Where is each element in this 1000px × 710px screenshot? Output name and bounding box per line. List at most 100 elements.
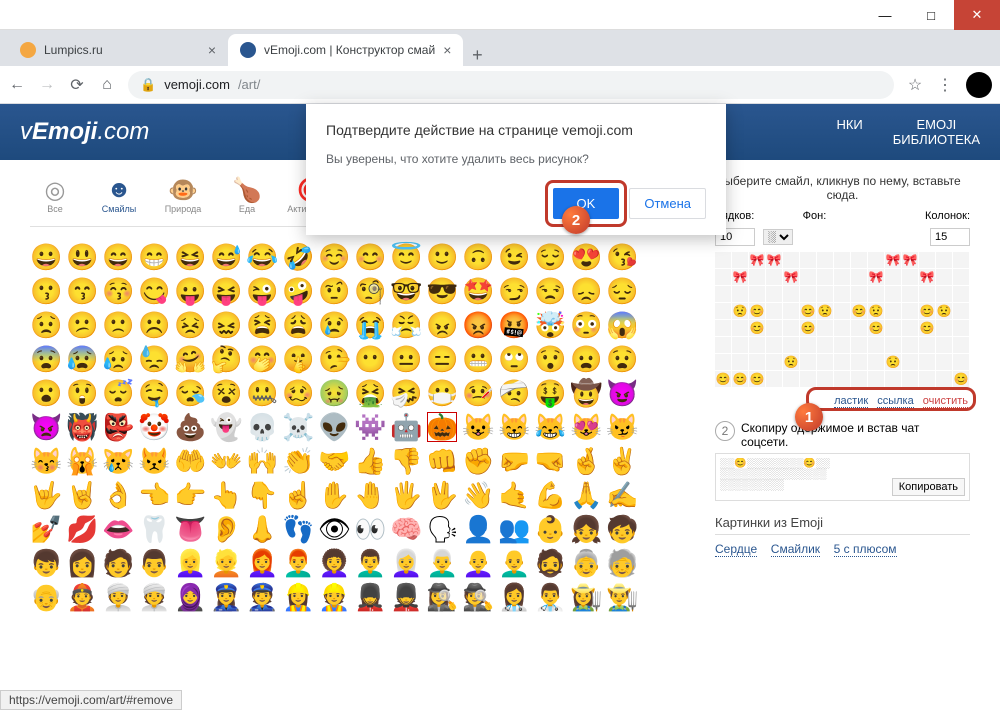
emoji-cell[interactable]: 🖐 <box>390 479 422 511</box>
emoji-cell[interactable]: 😮 <box>30 377 62 409</box>
emoji-cell[interactable]: 😵 <box>210 377 242 409</box>
canvas-cell[interactable] <box>732 337 748 353</box>
emoji-cell[interactable]: 😢 <box>318 309 350 341</box>
canvas-cell[interactable] <box>868 354 884 370</box>
emoji-cell[interactable]: 🦷 <box>138 513 170 545</box>
emoji-cell[interactable]: 😤 <box>390 309 422 341</box>
canvas-cell[interactable] <box>715 354 731 370</box>
canvas-cell[interactable] <box>953 320 969 336</box>
menu-icon[interactable]: ⋮ <box>936 75 954 95</box>
canvas-cell[interactable] <box>902 269 918 285</box>
canvas-cell[interactable] <box>851 337 867 353</box>
emoji-cell[interactable]: 👨‍🦱 <box>354 547 386 579</box>
canvas-cell[interactable]: 😊 <box>919 303 935 319</box>
emoji-cell[interactable]: 👿 <box>30 411 62 443</box>
canvas-cell[interactable] <box>851 269 867 285</box>
emoji-cell[interactable]: 👏 <box>282 445 314 477</box>
category-tab[interactable]: 🍗Еда <box>222 176 272 214</box>
emoji-cell[interactable]: 🙁 <box>102 309 134 341</box>
emoji-cell[interactable]: 🤮 <box>354 377 386 409</box>
canvas-cell[interactable] <box>817 252 833 268</box>
emoji-cell[interactable]: 😞 <box>570 275 602 307</box>
emoji-cell[interactable]: 👩‍🦰 <box>246 547 278 579</box>
new-tab-button[interactable]: + <box>463 45 491 66</box>
emoji-cell[interactable]: 😍 <box>570 241 602 273</box>
canvas-cell[interactable] <box>817 286 833 302</box>
canvas-cell[interactable] <box>834 252 850 268</box>
emoji-cell[interactable]: 🤛 <box>498 445 530 477</box>
emoji-cell[interactable]: 🧓 <box>606 547 638 579</box>
emoji-cell[interactable]: 😩 <box>282 309 314 341</box>
canvas-cell[interactable] <box>834 303 850 319</box>
emoji-cell[interactable]: 😷 <box>426 377 458 409</box>
canvas-cell[interactable] <box>868 371 884 387</box>
emoji-cell[interactable]: 👻 <box>210 411 242 443</box>
emoji-cell[interactable]: 😺 <box>462 411 494 443</box>
emoji-cell[interactable]: 🧔 <box>534 547 566 579</box>
emoji-cell[interactable]: 👨‍🦲 <box>498 547 530 579</box>
canvas-cell[interactable]: 🎀 <box>783 269 799 285</box>
cancel-button[interactable]: Отмена <box>629 188 706 219</box>
canvas-cell[interactable] <box>953 354 969 370</box>
canvas-cell[interactable] <box>732 354 748 370</box>
emoji-cell[interactable]: 🧑 <box>102 547 134 579</box>
emoji-cell[interactable]: 🤭 <box>246 343 278 375</box>
emoji-cell[interactable]: 😛 <box>174 275 206 307</box>
emoji-cell[interactable]: 😾 <box>138 445 170 477</box>
emoji-cell[interactable]: 👨‍🦰 <box>282 547 314 579</box>
emoji-cell[interactable]: 👽 <box>318 411 350 443</box>
emoji-cell[interactable]: 😳 <box>570 309 602 341</box>
canvas-cell[interactable] <box>732 286 748 302</box>
canvas-cell[interactable] <box>749 286 765 302</box>
emoji-cell[interactable]: 👨‍🦳 <box>426 547 458 579</box>
emoji-cell[interactable]: 😏 <box>498 275 530 307</box>
emoji-cell[interactable]: 🤲 <box>174 445 206 477</box>
canvas-cell[interactable] <box>766 354 782 370</box>
canvas-cell[interactable] <box>919 337 935 353</box>
emoji-cell[interactable]: 👳‍♀️ <box>102 581 134 613</box>
emoji-cell[interactable]: 🙌 <box>246 445 278 477</box>
emoji-cell[interactable]: 🙀 <box>66 445 98 477</box>
canvas-cell[interactable] <box>851 354 867 370</box>
canvas-cell[interactable]: 🎀 <box>902 252 918 268</box>
emoji-cell[interactable]: 👷 <box>318 581 350 613</box>
emoji-cell[interactable]: 🕵️‍♀️ <box>426 581 458 613</box>
canvas-cell[interactable]: 😊 <box>800 303 816 319</box>
canvas-cell[interactable] <box>868 252 884 268</box>
emoji-cell[interactable]: 👩‍🦱 <box>318 547 350 579</box>
emoji-cell[interactable]: 👮‍♀️ <box>210 581 242 613</box>
emoji-cell[interactable]: 😭 <box>354 309 386 341</box>
emoji-cell[interactable]: 💋 <box>66 513 98 545</box>
canvas-cell[interactable]: 🎀 <box>749 252 765 268</box>
emoji-cell[interactable]: 🤘 <box>66 479 98 511</box>
canvas-cell[interactable]: 😊 <box>732 371 748 387</box>
emoji-cell[interactable]: 👥 <box>498 513 530 545</box>
related-link[interactable]: 5 с плюсом <box>834 542 897 557</box>
emoji-cell[interactable]: 👹 <box>66 411 98 443</box>
emoji-cell[interactable]: 🤕 <box>498 377 530 409</box>
emoji-cell[interactable]: 🙃 <box>462 241 494 273</box>
emoji-cell[interactable]: 👩 <box>66 547 98 579</box>
canvas-cell[interactable]: 😟 <box>732 303 748 319</box>
address-bar[interactable]: 🔒 vemoji.com/art/ <box>128 71 894 99</box>
emoji-cell[interactable]: 😀 <box>30 241 62 273</box>
emoji-cell[interactable]: 🤣 <box>282 241 314 273</box>
emoji-cell[interactable]: 🤖 <box>390 411 422 443</box>
emoji-cell[interactable]: 😙 <box>66 275 98 307</box>
canvas-cell[interactable] <box>800 269 816 285</box>
canvas-cell[interactable] <box>783 252 799 268</box>
canvas-cell[interactable] <box>800 337 816 353</box>
emoji-cell[interactable]: 💂 <box>390 581 422 613</box>
emoji-cell[interactable]: 👧 <box>570 513 602 545</box>
canvas-cell[interactable] <box>800 354 816 370</box>
canvas-cell[interactable] <box>953 252 969 268</box>
emoji-cell[interactable]: 🤙 <box>498 479 530 511</box>
emoji-cell[interactable]: 😈 <box>606 377 638 409</box>
canvas-cell[interactable] <box>885 320 901 336</box>
canvas-cell[interactable] <box>953 303 969 319</box>
canvas-cell[interactable] <box>936 354 952 370</box>
emoji-cell[interactable]: 👈 <box>138 479 170 511</box>
emoji-cell[interactable]: 👩‍⚕️ <box>498 581 530 613</box>
emoji-cell[interactable]: 👱 <box>210 547 242 579</box>
related-link[interactable]: Сердце <box>715 542 757 557</box>
